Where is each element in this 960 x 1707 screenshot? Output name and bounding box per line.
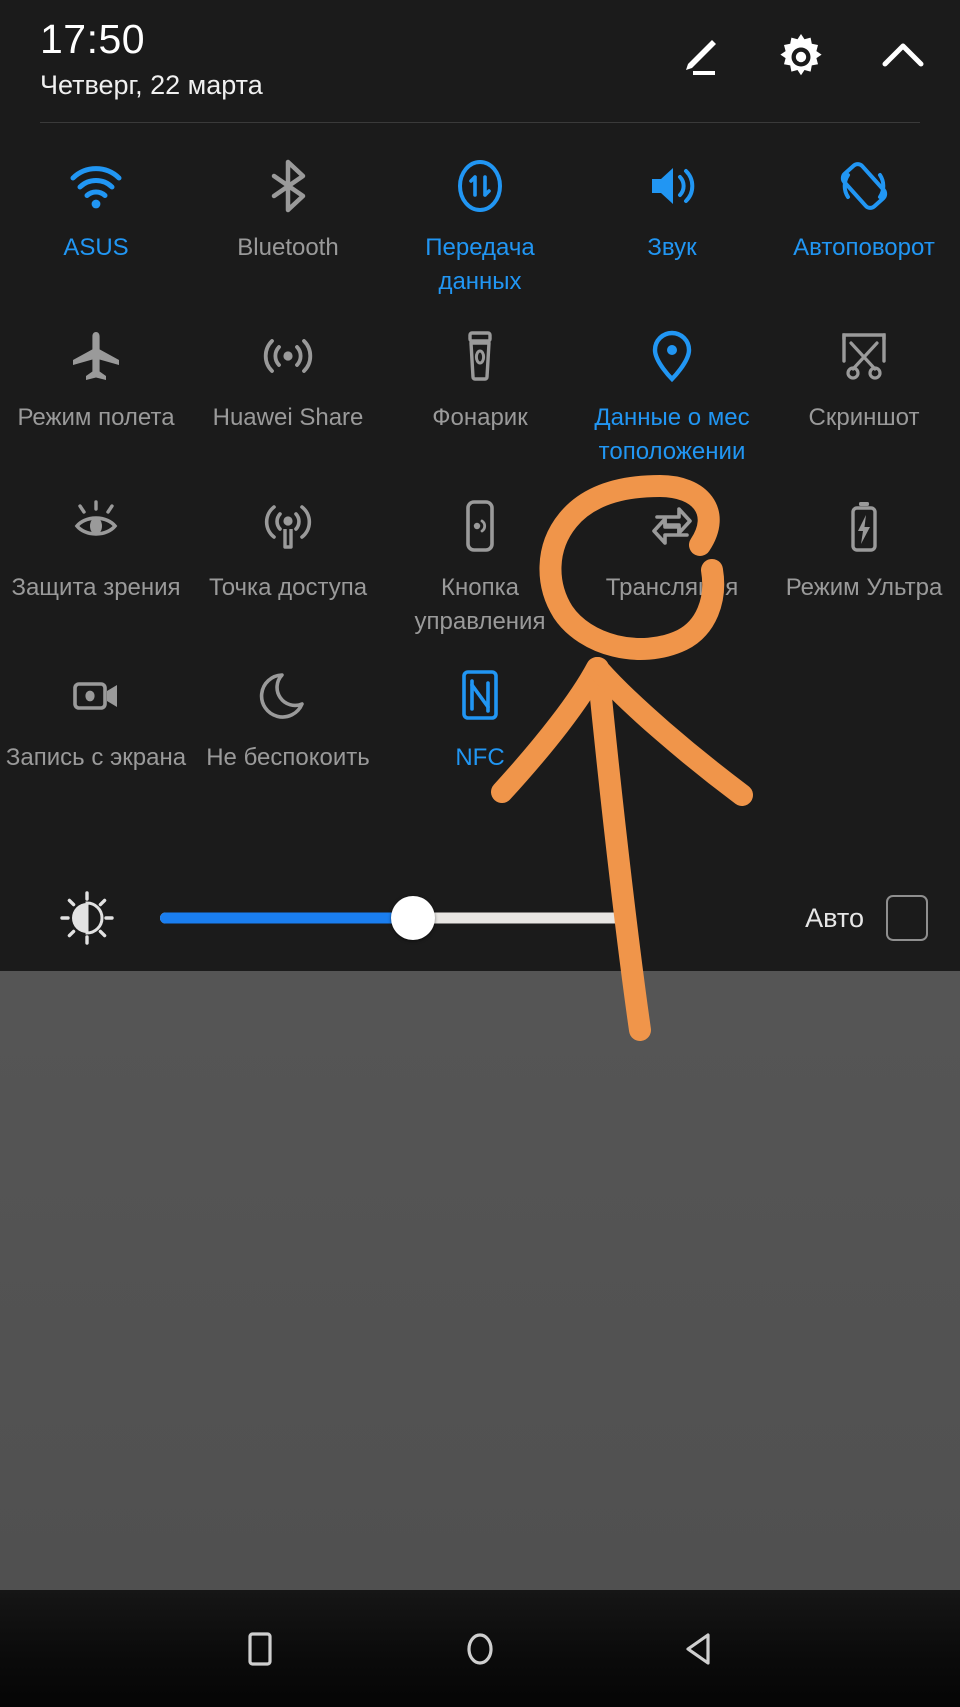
tile-label: Защита зрения — [11, 574, 181, 601]
screen-record-icon — [64, 664, 128, 728]
cast-screen-icon — [640, 494, 704, 558]
tile-label: Фонарик — [432, 404, 528, 431]
tile-huawei-share[interactable]: Huawei Share — [192, 310, 384, 480]
tile-label: Автоповорот — [793, 234, 935, 261]
tile-label: ASUS — [63, 234, 129, 261]
tile-airplane-mode[interactable]: Режим полета — [0, 310, 192, 480]
hotspot-icon — [256, 494, 320, 558]
status-date: Четверг, 22 марта — [40, 70, 263, 100]
quick-settings-panel: 17:50 Четверг, 22 марта ASUS Bluetooth П… — [0, 0, 960, 971]
auto-brightness-label: Авто — [805, 902, 864, 933]
tile-label: Режим полета — [17, 404, 175, 431]
tile-screenshot[interactable]: Скриншот — [768, 310, 960, 480]
tile-label: Передача данных — [425, 234, 535, 295]
eye-protection-icon — [64, 494, 128, 558]
tile-row: Режим полета Huawei Share Фонарик Данные… — [0, 310, 960, 480]
moon-dnd-icon — [256, 664, 320, 728]
tile-ultra-mode[interactable]: Режим Ультра — [768, 480, 960, 650]
panel-header: 17:50 Четверг, 22 марта — [0, 0, 960, 125]
header-actions — [672, 30, 930, 84]
battery-ultra-icon — [832, 494, 896, 558]
bluetooth-icon — [256, 154, 320, 218]
pencil-edit-icon[interactable] — [672, 30, 726, 84]
slider-thumb[interactable] — [391, 896, 435, 940]
tile-label: Huawei Share — [212, 404, 364, 431]
header-divider — [40, 122, 920, 123]
tile-bluetooth[interactable]: Bluetooth — [192, 140, 384, 310]
brightness-slider[interactable] — [160, 896, 620, 940]
tile-screen-record[interactable]: Запись с экрана — [0, 650, 192, 820]
tile-nfc[interactable]: NFC — [384, 650, 576, 820]
tile-label: Точка доступа — [208, 574, 368, 601]
tile-flashlight[interactable]: Фонарик — [384, 310, 576, 480]
tile-row: Защита зрения Точка доступа Кнопка управ… — [0, 480, 960, 650]
slider-fill — [160, 912, 413, 924]
gear-icon[interactable] — [774, 30, 828, 84]
brightness-sun-icon — [58, 889, 116, 947]
tile-navigation-dock[interactable]: Кнопка управления — [384, 480, 576, 650]
airplane-icon — [64, 324, 128, 388]
tile-hotspot[interactable]: Точка доступа — [192, 480, 384, 650]
tile-label: Bluetooth — [237, 234, 339, 261]
tile-sound[interactable]: Звук — [576, 140, 768, 310]
navigation-dock-icon — [448, 494, 512, 558]
flashlight-icon — [448, 324, 512, 388]
tile-do-not-disturb[interactable]: Не беспокоить — [192, 650, 384, 820]
huawei-share-icon — [256, 324, 320, 388]
brightness-row: Авто — [0, 880, 960, 956]
navigation-bar — [0, 1590, 960, 1707]
auto-brightness-checkbox[interactable] — [886, 895, 928, 941]
tile-row: Запись с экрана Не беспокоить NFC — [0, 650, 960, 820]
tile-label: Запись с экрана — [5, 744, 187, 771]
tile-label: Не беспокоить — [206, 744, 370, 771]
tile-cast[interactable]: Трансляция — [576, 480, 768, 650]
mobile-data-icon — [448, 154, 512, 218]
back-triangle-icon[interactable] — [665, 1614, 735, 1684]
phone-screen: 17:50 Четверг, 22 марта ASUS Bluetooth П… — [0, 0, 960, 1707]
auto-brightness-control[interactable]: Авто — [805, 895, 928, 941]
tile-label: Режим Ультра — [785, 574, 943, 601]
location-pin-icon — [640, 324, 704, 388]
clock-block: 17:50 Четверг, 22 марта — [40, 16, 263, 102]
tile-label: Трансляция — [605, 574, 739, 601]
tile-label: Скриншот — [808, 404, 920, 431]
tile-label: NFC — [455, 744, 505, 771]
tile-mobile-data[interactable]: Передача данных — [384, 140, 576, 310]
recents-square-icon[interactable] — [225, 1614, 295, 1684]
screenshot-scissors-icon — [832, 324, 896, 388]
auto-rotate-icon — [832, 154, 896, 218]
tile-auto-rotate[interactable]: Автоповорот — [768, 140, 960, 310]
nfc-icon — [448, 664, 512, 728]
tile-label: Кнопка управления — [414, 574, 546, 635]
chevron-up-icon[interactable] — [876, 30, 930, 84]
tile-row: ASUS Bluetooth Передача данных Звук Авто… — [0, 140, 960, 310]
wifi-icon — [64, 154, 128, 218]
tile-eye-protection[interactable]: Защита зрения — [0, 480, 192, 650]
quick-settings-grid: ASUS Bluetooth Передача данных Звук Авто… — [0, 140, 960, 820]
sound-speaker-icon — [640, 154, 704, 218]
home-circle-icon[interactable] — [445, 1614, 515, 1684]
tile-label: Звук — [647, 234, 697, 261]
status-time: 17:50 — [40, 16, 146, 62]
tile-label: Данные о мес тоположении — [594, 404, 750, 465]
tile-location[interactable]: Данные о мес тоположении — [576, 310, 768, 480]
tile-wifi[interactable]: ASUS — [0, 140, 192, 310]
